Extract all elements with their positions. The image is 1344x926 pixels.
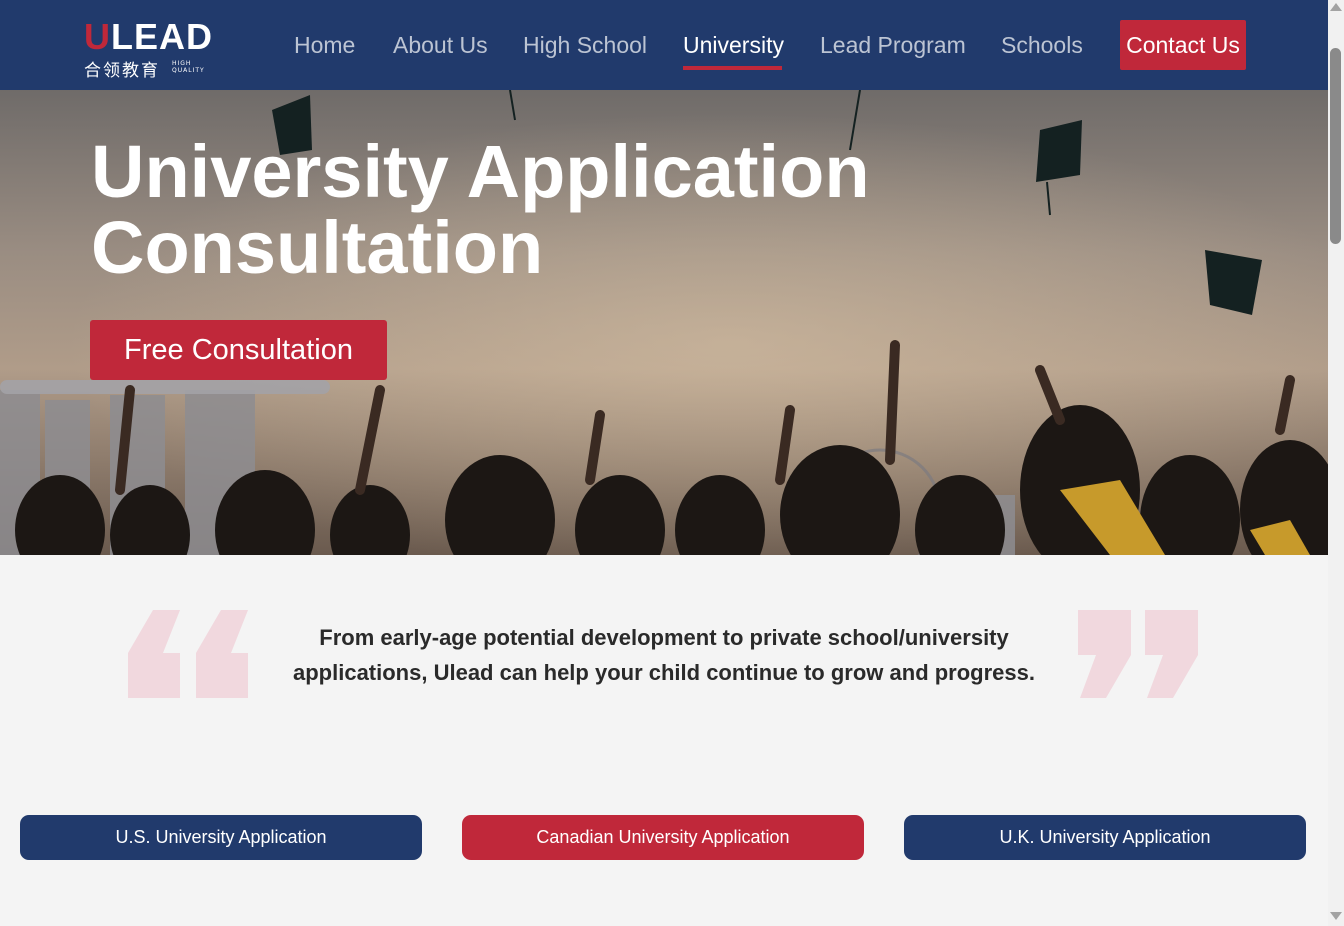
logo-chinese-name: 合领教育 (84, 61, 160, 81)
nav-item-schools[interactable]: Schools (1001, 30, 1083, 60)
nav-item-lead-program[interactable]: Lead Program (820, 30, 966, 60)
us-university-application-button[interactable]: U.S. University Application (20, 815, 422, 860)
hero-title: University Application Consultation (91, 130, 870, 289)
logo-wordmark: ULEAD (84, 16, 213, 57)
logo-tagline: HIGH QUALITY (172, 60, 205, 74)
scroll-up-arrow-icon[interactable] (1330, 3, 1342, 11)
canadian-university-application-button[interactable]: Canadian University Application (462, 815, 864, 860)
ulead-logo[interactable]: ULEAD 合领教育 HIGH QUALITY (84, 14, 214, 81)
hero-banner: University Application Consultation Free… (0, 90, 1328, 555)
uk-university-application-button[interactable]: U.K. University Application (904, 815, 1306, 860)
site-header: ULEAD 合领教育 HIGH QUALITY Home About Us Hi… (0, 0, 1328, 90)
free-consultation-button[interactable]: Free Consultation (90, 320, 387, 380)
nav-item-university[interactable]: University (683, 30, 784, 60)
nav-item-home[interactable]: Home (294, 30, 355, 60)
contact-us-button[interactable]: Contact Us (1120, 20, 1246, 70)
scrollbar-thumb[interactable] (1330, 48, 1341, 244)
scroll-down-arrow-icon[interactable] (1330, 912, 1342, 920)
nav-item-high-school[interactable]: High School (523, 30, 647, 60)
nav-item-about-us[interactable]: About Us (393, 30, 488, 60)
open-quote-icon (128, 610, 248, 698)
close-quote-icon (1078, 610, 1198, 698)
quote-statement: From early-age potential development to … (293, 625, 1035, 685)
active-nav-indicator (683, 66, 782, 70)
